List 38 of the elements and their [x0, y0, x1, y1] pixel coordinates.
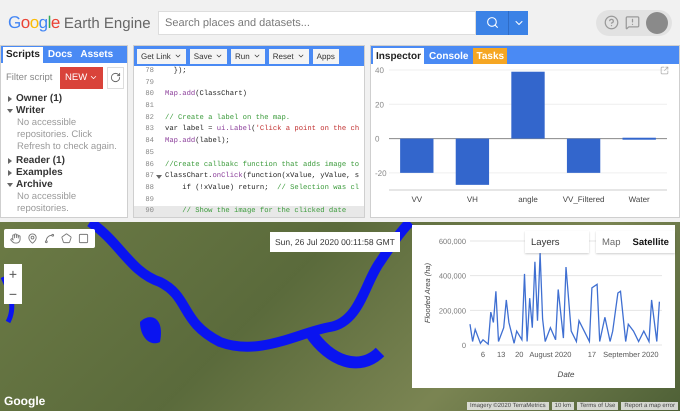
category-label: angle — [518, 195, 538, 204]
logo-product: Earth Engine — [64, 14, 151, 32]
axis-tick-label: 20 — [375, 100, 384, 110]
date-label: Sun, 26 Jul 2020 00:11:58 GMT — [270, 232, 400, 252]
logo-brand: Google — [8, 12, 60, 32]
toolbar-button[interactable]: Apps — [312, 48, 339, 64]
tree-item[interactable]: Owner (1) — [1, 92, 127, 105]
axis-tick-label: -20 — [375, 168, 387, 178]
panel-tab[interactable]: Scripts — [3, 46, 43, 63]
tree-item-label: Owner (1) — [16, 93, 62, 104]
empty-message: No accessible repositories. Click Refresh to check again. — [16, 116, 118, 154]
category-label: VH — [466, 195, 478, 204]
axis-title: Date — [558, 370, 574, 379]
category-label: VV — [411, 195, 422, 204]
category-label: VV_Filtered — [562, 195, 604, 204]
google-logo: Google — [4, 394, 46, 408]
tree-item[interactable]: Archive — [1, 178, 127, 192]
axis-tick-label: 0 — [375, 134, 380, 144]
tree-item-label: Reader (1) — [16, 155, 65, 166]
panel-tab[interactable]: Inspector — [373, 48, 424, 64]
tree-item-label: Examples — [16, 167, 63, 178]
toolbar-button[interactable]: Run — [231, 48, 265, 64]
map-type-button[interactable]: Satellite — [626, 231, 675, 253]
tree-item[interactable]: Reader (1) — [1, 154, 127, 167]
toolbar-button[interactable]: Save — [190, 48, 228, 64]
tree-item[interactable]: Examples — [1, 166, 127, 179]
empty-message: No accessible repositories. — [16, 191, 78, 216]
category-label: Water — [628, 195, 650, 204]
tree-item-label: Archive — [16, 179, 53, 190]
layers-button[interactable]: Layers — [525, 231, 589, 253]
toolbar-button[interactable]: Get Link — [137, 48, 186, 64]
new-button[interactable]: NEW — [60, 66, 104, 89]
axis-tick-label: 40 — [375, 66, 384, 75]
tree-item[interactable]: Writer — [1, 104, 127, 117]
tree-item-label: Writer — [16, 105, 45, 116]
map-type-button[interactable]: Map — [596, 231, 626, 253]
search-field[interactable]: Search places and datasets... — [158, 10, 476, 34]
toolbar-button[interactable]: Reset — [268, 48, 309, 64]
